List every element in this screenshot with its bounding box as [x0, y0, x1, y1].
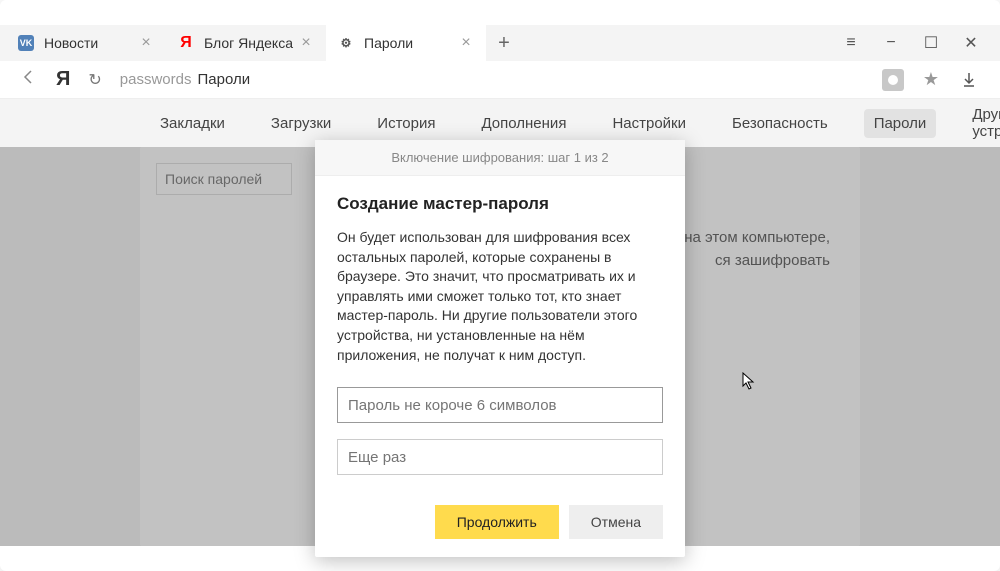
menu-icon[interactable]: ≡: [842, 34, 860, 52]
nav-settings[interactable]: Настройки: [602, 109, 696, 138]
dialog-title: Создание мастер-пароля: [337, 194, 663, 214]
dialog-description: Он будет использован для шифрования всех…: [337, 228, 663, 365]
address-bar: Я ↻ passwords Пароли ★: [0, 61, 1000, 99]
browser-window: VK Новости × Я Блог Яндекса × ⚙ Пароли ×…: [0, 0, 1000, 571]
maximize-icon[interactable]: ☐: [922, 34, 940, 52]
tab-blog[interactable]: Я Блог Яндекса ×: [166, 25, 326, 61]
master-password-input[interactable]: [337, 387, 663, 423]
download-icon[interactable]: [958, 69, 980, 91]
tab-title: Новости: [44, 35, 138, 51]
tab-title: Блог Яндекса: [204, 35, 298, 51]
close-icon[interactable]: ×: [138, 35, 154, 51]
new-tab-button[interactable]: +: [486, 25, 522, 61]
nav-bookmarks[interactable]: Закладки: [150, 109, 235, 138]
nav-history[interactable]: История: [367, 109, 445, 138]
tab-passwords[interactable]: ⚙ Пароли ×: [326, 25, 486, 61]
address-right: ★: [882, 69, 980, 91]
nav-other-devices[interactable]: Другие устройства: [962, 100, 1000, 146]
gear-icon: ⚙: [338, 35, 354, 51]
nav-security[interactable]: Безопасность: [722, 109, 838, 138]
tab-bar: VK Новости × Я Блог Яндекса × ⚙ Пароли ×…: [0, 25, 1000, 61]
window-close-icon[interactable]: ✕: [962, 34, 980, 52]
continue-button[interactable]: Продолжить: [435, 505, 559, 539]
master-password-confirm-input[interactable]: [337, 439, 663, 475]
reload-icon[interactable]: ↻: [88, 70, 101, 90]
tab-news[interactable]: VK Новости ×: [6, 25, 166, 61]
url-input[interactable]: passwords Пароли: [120, 71, 864, 88]
nav-downloads[interactable]: Загрузки: [261, 109, 341, 138]
minimize-icon[interactable]: −: [882, 34, 900, 52]
dialog-body: Создание мастер-пароля Он будет использо…: [315, 176, 685, 557]
window-controls: ≡ − ☐ ✕: [842, 34, 994, 52]
close-icon[interactable]: ×: [458, 35, 474, 51]
bookmark-star-icon[interactable]: ★: [920, 69, 942, 91]
yandex-icon: Я: [178, 35, 194, 51]
vk-icon: VK: [18, 35, 34, 51]
close-icon[interactable]: ×: [298, 35, 314, 51]
dialog-buttons: Продолжить Отмена: [337, 505, 663, 539]
cancel-button[interactable]: Отмена: [569, 505, 663, 539]
cursor-icon: [742, 372, 756, 393]
dialog-header: Включение шифрования: шаг 1 из 2: [315, 140, 685, 176]
back-icon[interactable]: [20, 68, 38, 91]
yandex-logo-icon[interactable]: Я: [56, 68, 70, 91]
url-host: passwords: [120, 71, 192, 88]
shield-icon[interactable]: [882, 69, 904, 91]
url-title: Пароли: [197, 71, 250, 88]
nav-passwords[interactable]: Пароли: [864, 109, 937, 138]
nav-addons[interactable]: Дополнения: [471, 109, 576, 138]
master-password-dialog: Включение шифрования: шаг 1 из 2 Создани…: [315, 140, 685, 557]
tab-title: Пароли: [364, 35, 458, 51]
